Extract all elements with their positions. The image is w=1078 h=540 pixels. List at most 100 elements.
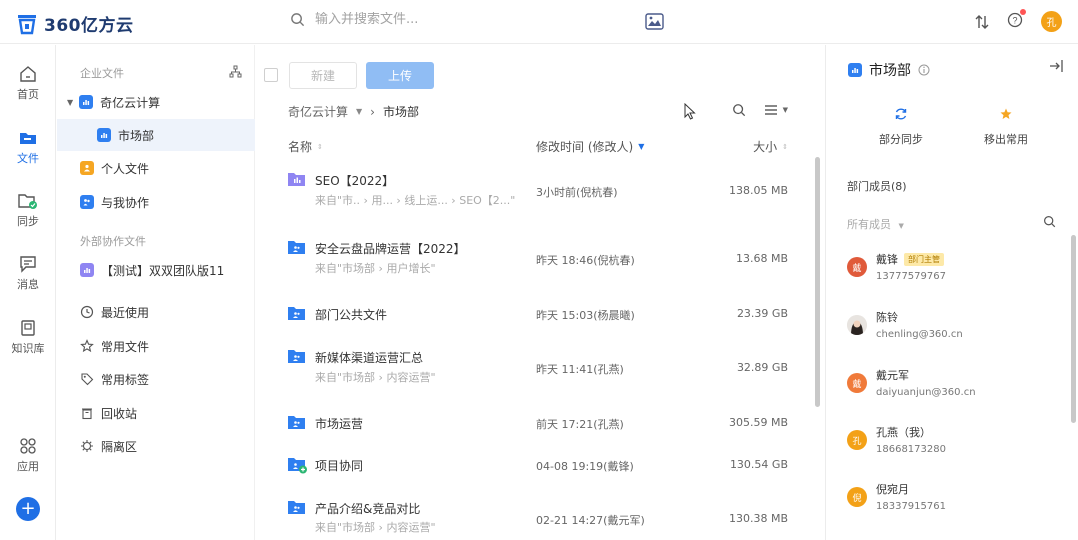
user-avatar[interactable]: 孔	[1041, 11, 1062, 32]
tree-item-collab[interactable]: 与我协作	[57, 186, 255, 218]
table-row[interactable]: 项目协同 04-08 19:19(戴锋) 130.54 GB	[256, 457, 816, 481]
image-search-icon[interactable]	[645, 13, 664, 30]
add-button[interactable]: +	[16, 497, 40, 521]
folder-icon	[288, 350, 305, 363]
collapse-panel-icon[interactable]	[1049, 59, 1064, 73]
members-filter[interactable]: 所有成员 ▼	[847, 216, 904, 232]
rail-apps[interactable]: 应用	[0, 437, 56, 474]
tree-item-quarantine[interactable]: 隔离区	[57, 430, 255, 462]
tree-item-market-dept[interactable]: 市场部	[57, 119, 255, 151]
file-name: 市场运营	[315, 417, 364, 431]
panel-scrollbar[interactable]	[1071, 235, 1076, 423]
upload-button[interactable]: 上传	[366, 62, 434, 89]
member-name: 倪宛月	[876, 483, 909, 496]
info-icon[interactable]	[918, 64, 930, 76]
org-chart-icon[interactable]	[229, 65, 242, 78]
table-row[interactable]: SEO【2022】 来自"市.. › 用... › 线上运... › SEO【2…	[256, 171, 816, 217]
rail-home[interactable]: 首页	[0, 65, 56, 102]
member-name-row: 孔燕（我）	[876, 424, 931, 440]
member-name: 戴锋	[876, 253, 898, 266]
member-item[interactable]: 戴 戴锋 部门主管 13777579767	[847, 251, 1067, 291]
table-row[interactable]: 市场运营 前天 17:21(孔燕) 305.59 MB	[256, 415, 816, 439]
breadcrumb-parent[interactable]: 奇亿云计算	[288, 103, 348, 120]
view-mode-toggle[interactable]: ▼	[764, 104, 788, 116]
star-icon	[80, 339, 94, 353]
file-mtime: 昨天 11:41(孔燕)	[536, 363, 624, 376]
remove-favorite-button[interactable]: 移出常用	[951, 107, 1061, 147]
member-item[interactable]: 倪 倪宛月 18337915761	[847, 481, 1067, 521]
caret-down-icon[interactable]: ▼	[67, 98, 73, 107]
member-item[interactable]: 陈铃 chenling@360.cn	[847, 309, 1067, 349]
tree-item-company-label: 奇亿云计算	[100, 95, 161, 110]
column-size[interactable]: 大小 ⇕	[753, 138, 788, 155]
rail-home-label: 首页	[17, 88, 39, 101]
column-name[interactable]: 名称 ⇕	[288, 138, 323, 155]
member-search-icon[interactable]	[1043, 215, 1056, 228]
tree-item-favorites[interactable]: 常用文件	[57, 330, 255, 362]
select-all-checkbox[interactable]	[264, 68, 278, 82]
table-row[interactable]: 安全云盘品牌运营【2022】 来自"市场部 › 用户增长" 昨天 18:46(倪…	[256, 239, 816, 285]
file-size: 13.68 MB	[735, 252, 788, 265]
tree-item-personal[interactable]: 个人文件	[57, 152, 255, 184]
tree-item-company[interactable]: ▼ 奇亿云计算	[57, 86, 255, 118]
rail-files[interactable]: 文件	[0, 129, 56, 166]
member-contact: 18337915761	[876, 501, 946, 512]
file-size: 130.38 MB	[728, 512, 788, 525]
file-mtime: 02-21 14:27(戴元军)	[536, 514, 645, 527]
logo-icon	[18, 14, 36, 34]
rail-sync[interactable]: 同步	[0, 192, 56, 229]
file-path[interactable]: 来自"市场部 › 用户增长"	[315, 260, 436, 276]
member-item[interactable]: 戴 戴元军 daiyuanjun@360.cn	[847, 367, 1067, 407]
file-mtime: 昨天 18:46(倪杭春)	[536, 254, 635, 267]
avatar	[847, 315, 867, 335]
mouse-cursor-icon	[684, 103, 696, 120]
new-button[interactable]: 新建	[289, 62, 357, 89]
help-button[interactable]: ?	[1007, 9, 1026, 31]
tree-item-market-dept-label: 市场部	[118, 128, 155, 143]
folder-tree: 企业文件 ▼ 奇亿云计算 市场部 个人文件 与我协作 外部协作文件 【测试】双双…	[57, 45, 255, 540]
member-name-row: 戴锋 部门主管	[876, 251, 944, 267]
file-name: 部门公共文件	[315, 308, 388, 322]
rail-knowledge[interactable]: 知识库	[0, 319, 56, 356]
top-right-tools: ? 孔	[975, 9, 1062, 32]
file-path[interactable]: 来自"市.. › 用... › 线上运... › SEO【2..."	[315, 192, 515, 208]
breadcrumb-separator: ›	[370, 104, 375, 119]
breadcrumb-dropdown-icon[interactable]: ▼	[356, 107, 362, 116]
tree-item-tags-label: 常用标签	[101, 372, 150, 387]
file-list-scrollbar[interactable]	[815, 157, 820, 407]
file-size: 138.05 MB	[728, 184, 788, 197]
members-filter-label: 所有成员	[847, 218, 891, 231]
partial-sync-button[interactable]: 部分同步	[846, 107, 956, 147]
column-size-label: 大小	[753, 140, 778, 154]
table-row[interactable]: 产品介绍&竞品对比 来自"市场部 › 内容运营" 02-21 14:27(戴元军…	[256, 499, 816, 539]
tree-item-recycle-label: 回收站	[101, 406, 138, 421]
notification-dot	[1020, 9, 1026, 15]
tree-item-tags[interactable]: 常用标签	[57, 363, 255, 395]
tree-item-recent[interactable]: 最近使用	[57, 296, 255, 328]
plus-icon: +	[20, 498, 36, 519]
table-row[interactable]: 新媒体渠道运营汇总 来自"市场部 › 内容运营" 昨天 11:41(孔燕) 32…	[256, 348, 816, 394]
app-logo[interactable]: 360亿方云	[16, 11, 134, 36]
table-row[interactable]: 部门公共文件 昨天 15:03(杨晨曦) 23.39 GB	[256, 306, 816, 330]
file-mtime: 前天 17:21(孔燕)	[536, 418, 624, 431]
column-mtime[interactable]: 修改时间 (修改人) ▼	[536, 138, 644, 155]
file-size: 305.59 MB	[728, 416, 788, 429]
transfer-icon[interactable]	[975, 14, 989, 30]
search-icon[interactable]	[732, 103, 746, 117]
svg-text:?: ?	[1012, 16, 1017, 26]
dept-folder-icon	[97, 128, 111, 142]
home-icon	[20, 66, 36, 82]
tree-item-recycle[interactable]: 回收站	[57, 397, 255, 429]
file-size: 32.89 GB	[736, 361, 788, 374]
file-path[interactable]: 来自"市场部 › 内容运营"	[315, 369, 436, 385]
file-path[interactable]: 来自"市场部 › 内容运营"	[315, 519, 436, 535]
tree-item-external-team[interactable]: 【测试】双双团队版11	[57, 254, 255, 286]
search-input[interactable]	[315, 12, 615, 27]
file-name: SEO【2022】	[315, 174, 395, 188]
member-item[interactable]: 孔 孔燕（我） 18668173280	[847, 424, 1067, 464]
rail-messages[interactable]: 消息	[0, 255, 56, 292]
folder-icon	[288, 173, 305, 186]
top-bar: 360亿方云 ? 孔	[0, 0, 1078, 44]
status-badge: 部门主管	[904, 252, 944, 266]
search-icon[interactable]	[290, 12, 305, 27]
